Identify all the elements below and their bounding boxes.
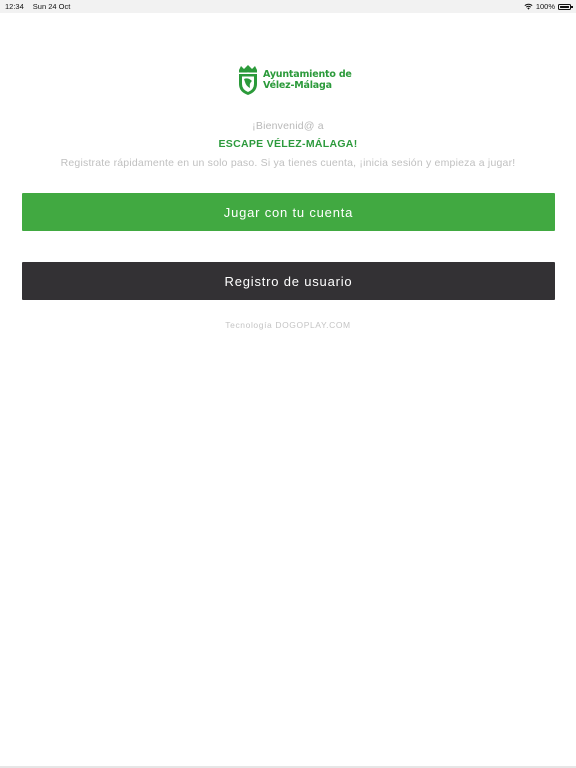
welcome-greeting: ¡Bienvenid@ a — [252, 120, 324, 132]
battery-icon — [558, 3, 573, 10]
wifi-icon — [524, 3, 533, 10]
status-left: 12:34 Sun 24 Oct — [5, 2, 70, 11]
status-time: 12:34 — [5, 2, 24, 11]
status-bar: 12:34 Sun 24 Oct 100% — [0, 0, 576, 13]
logo-line-2: Vélez-Málaga — [263, 80, 332, 91]
status-right: 100% — [524, 2, 573, 11]
powered-by-text: Tecnología DOGOPLAY.COM — [225, 320, 351, 330]
welcome-subtitle: Registrate rápidamente en un solo paso. … — [60, 157, 516, 169]
battery-fill — [560, 5, 569, 8]
logo-line-1: Ayuntamiento de — [263, 69, 352, 80]
register-button-label: Registro de usuario — [224, 273, 353, 289]
status-date: Sun 24 Oct — [32, 2, 71, 11]
escape-title: ESCAPE VÉLEZ-MÁLAGA! — [218, 138, 358, 150]
user-registration-button[interactable]: Registro de usuario — [22, 262, 555, 300]
logo-text: Ayuntamiento de Vélez-Málaga — [263, 69, 352, 91]
play-button-label: Jugar con tu cuenta — [223, 204, 354, 220]
battery-percentage: 100% — [535, 2, 555, 11]
play-with-account-button[interactable]: Jugar con tu cuenta — [22, 193, 555, 231]
coat-of-arms-icon — [239, 65, 257, 95]
municipality-logo: Ayuntamiento de Vélez-Málaga — [236, 64, 352, 96]
